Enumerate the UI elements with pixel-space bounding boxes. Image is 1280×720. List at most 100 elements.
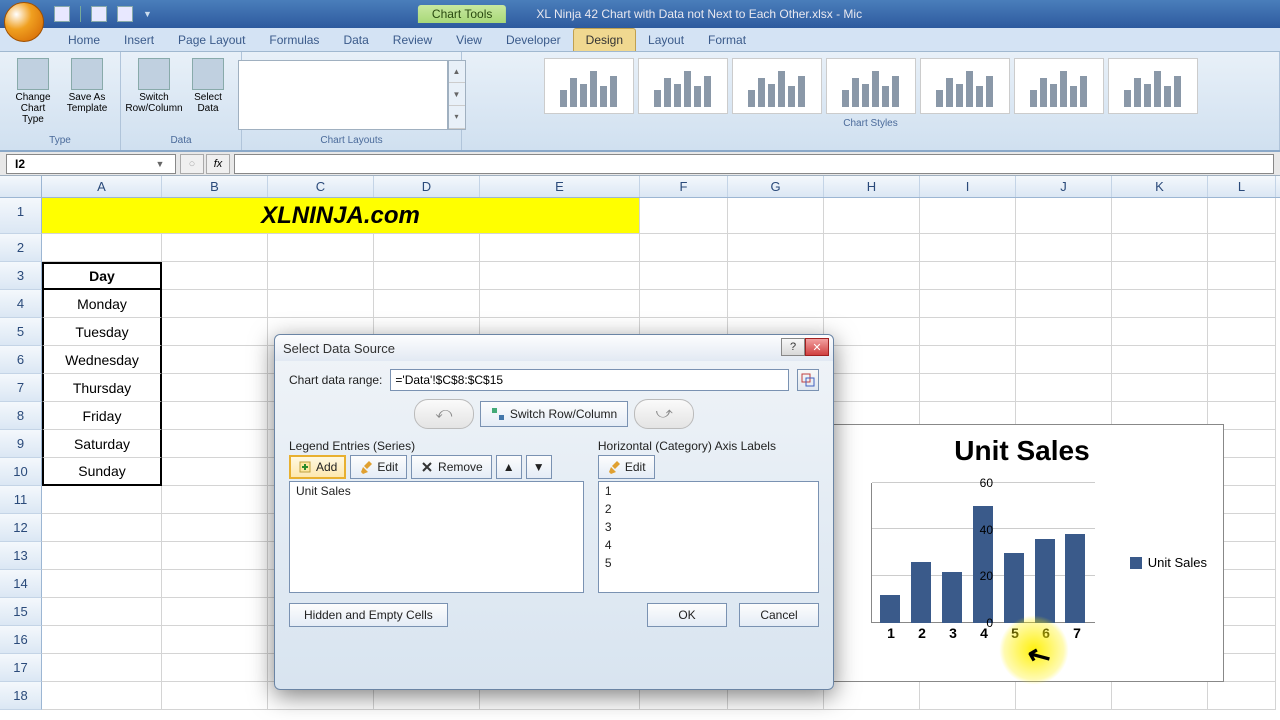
cell[interactable] — [480, 234, 640, 262]
cell[interactable] — [42, 570, 162, 598]
cell[interactable]: Saturday — [42, 430, 162, 458]
cell[interactable] — [162, 626, 268, 654]
tab-format[interactable]: Format — [696, 29, 758, 51]
cell[interactable] — [42, 598, 162, 626]
cell[interactable] — [162, 318, 268, 346]
cell[interactable] — [824, 198, 920, 234]
row-header[interactable]: 1 — [0, 198, 42, 234]
row-header[interactable]: 18 — [0, 682, 42, 710]
col-header[interactable]: B — [162, 176, 268, 197]
save-icon[interactable] — [54, 6, 70, 22]
cell[interactable] — [920, 318, 1016, 346]
cell[interactable] — [162, 486, 268, 514]
row-header[interactable]: 5 — [0, 318, 42, 346]
cell[interactable] — [920, 262, 1016, 290]
cancel-button[interactable]: Cancel — [739, 603, 819, 627]
row-header[interactable]: 11 — [0, 486, 42, 514]
cell[interactable] — [42, 682, 162, 710]
chart-layouts-gallery[interactable] — [238, 60, 448, 130]
cell[interactable] — [920, 682, 1016, 710]
col-header[interactable]: A — [42, 176, 162, 197]
col-header[interactable]: D — [374, 176, 480, 197]
row-header[interactable]: 12 — [0, 514, 42, 542]
cell[interactable] — [374, 290, 480, 318]
cell[interactable] — [42, 486, 162, 514]
tab-data[interactable]: Data — [331, 29, 380, 51]
row-header[interactable]: 7 — [0, 374, 42, 402]
cell[interactable] — [1208, 682, 1276, 710]
cell[interactable] — [1016, 318, 1112, 346]
remove-series-button[interactable]: Remove — [411, 455, 492, 479]
chart-data-range-input[interactable] — [390, 369, 789, 391]
undo-icon[interactable] — [91, 6, 107, 22]
style-thumb[interactable] — [920, 58, 1010, 114]
cell[interactable]: Friday — [42, 402, 162, 430]
cell[interactable] — [162, 374, 268, 402]
cell[interactable] — [162, 290, 268, 318]
row-header[interactable]: 15 — [0, 598, 42, 626]
cell[interactable] — [640, 262, 728, 290]
cell[interactable] — [1208, 346, 1276, 374]
cell[interactable] — [42, 514, 162, 542]
banner-cell[interactable]: XLNINJA.com — [42, 198, 640, 234]
cell[interactable] — [1016, 262, 1112, 290]
col-header[interactable]: L — [1208, 176, 1276, 197]
cell[interactable] — [1112, 290, 1208, 318]
tab-developer[interactable]: Developer — [494, 29, 573, 51]
row-header[interactable]: 6 — [0, 346, 42, 374]
cell[interactable] — [268, 262, 374, 290]
cell[interactable] — [162, 598, 268, 626]
cell[interactable] — [824, 262, 920, 290]
cell[interactable] — [824, 290, 920, 318]
cell[interactable] — [640, 234, 728, 262]
cell[interactable] — [162, 458, 268, 486]
cell[interactable] — [1112, 198, 1208, 234]
cell[interactable] — [1112, 346, 1208, 374]
series-listbox[interactable]: Unit Sales — [289, 481, 584, 593]
row-header[interactable]: 17 — [0, 654, 42, 682]
cell[interactable] — [162, 430, 268, 458]
list-item[interactable]: Unit Sales — [290, 482, 583, 500]
switch-row-column-button[interactable]: Switch Row/Column — [480, 401, 628, 427]
style-thumb[interactable] — [1108, 58, 1198, 114]
list-item[interactable]: 4 — [599, 536, 818, 554]
style-thumb[interactable] — [544, 58, 634, 114]
cell[interactable] — [824, 374, 920, 402]
cell[interactable] — [268, 234, 374, 262]
col-header[interactable]: E — [480, 176, 640, 197]
cell[interactable] — [1208, 290, 1276, 318]
col-header[interactable]: K — [1112, 176, 1208, 197]
cell[interactable] — [920, 374, 1016, 402]
style-thumb[interactable] — [732, 58, 822, 114]
cell[interactable] — [162, 542, 268, 570]
cell[interactable] — [1016, 682, 1112, 710]
cell[interactable] — [42, 542, 162, 570]
change-chart-type-button[interactable]: Change Chart Type — [8, 56, 58, 127]
cell[interactable] — [480, 290, 640, 318]
cell[interactable] — [1208, 262, 1276, 290]
close-button[interactable]: ✕ — [805, 338, 829, 356]
tab-page-layout[interactable]: Page Layout — [166, 29, 257, 51]
list-item[interactable]: 3 — [599, 518, 818, 536]
cell[interactable] — [920, 234, 1016, 262]
cell[interactable] — [162, 514, 268, 542]
ok-button[interactable]: OK — [647, 603, 727, 627]
row-header[interactable]: 14 — [0, 570, 42, 598]
tab-home[interactable]: Home — [56, 29, 112, 51]
add-series-button[interactable]: Add — [289, 455, 346, 479]
cell[interactable] — [162, 654, 268, 682]
cell[interactable] — [824, 682, 920, 710]
tab-insert[interactable]: Insert — [112, 29, 166, 51]
col-header[interactable]: F — [640, 176, 728, 197]
cell[interactable] — [162, 682, 268, 710]
qat-dropdown-icon[interactable]: ▼ — [143, 9, 152, 19]
style-thumb[interactable] — [826, 58, 916, 114]
cell[interactable] — [728, 198, 824, 234]
office-orb-button[interactable] — [4, 2, 44, 42]
edit-series-button[interactable]: Edit — [350, 455, 407, 479]
tab-design[interactable]: Design — [573, 28, 636, 51]
tab-layout[interactable]: Layout — [636, 29, 696, 51]
cell[interactable]: Sunday — [42, 458, 162, 486]
chevron-down-icon[interactable]: ▼ — [153, 159, 167, 169]
cell[interactable] — [1112, 682, 1208, 710]
